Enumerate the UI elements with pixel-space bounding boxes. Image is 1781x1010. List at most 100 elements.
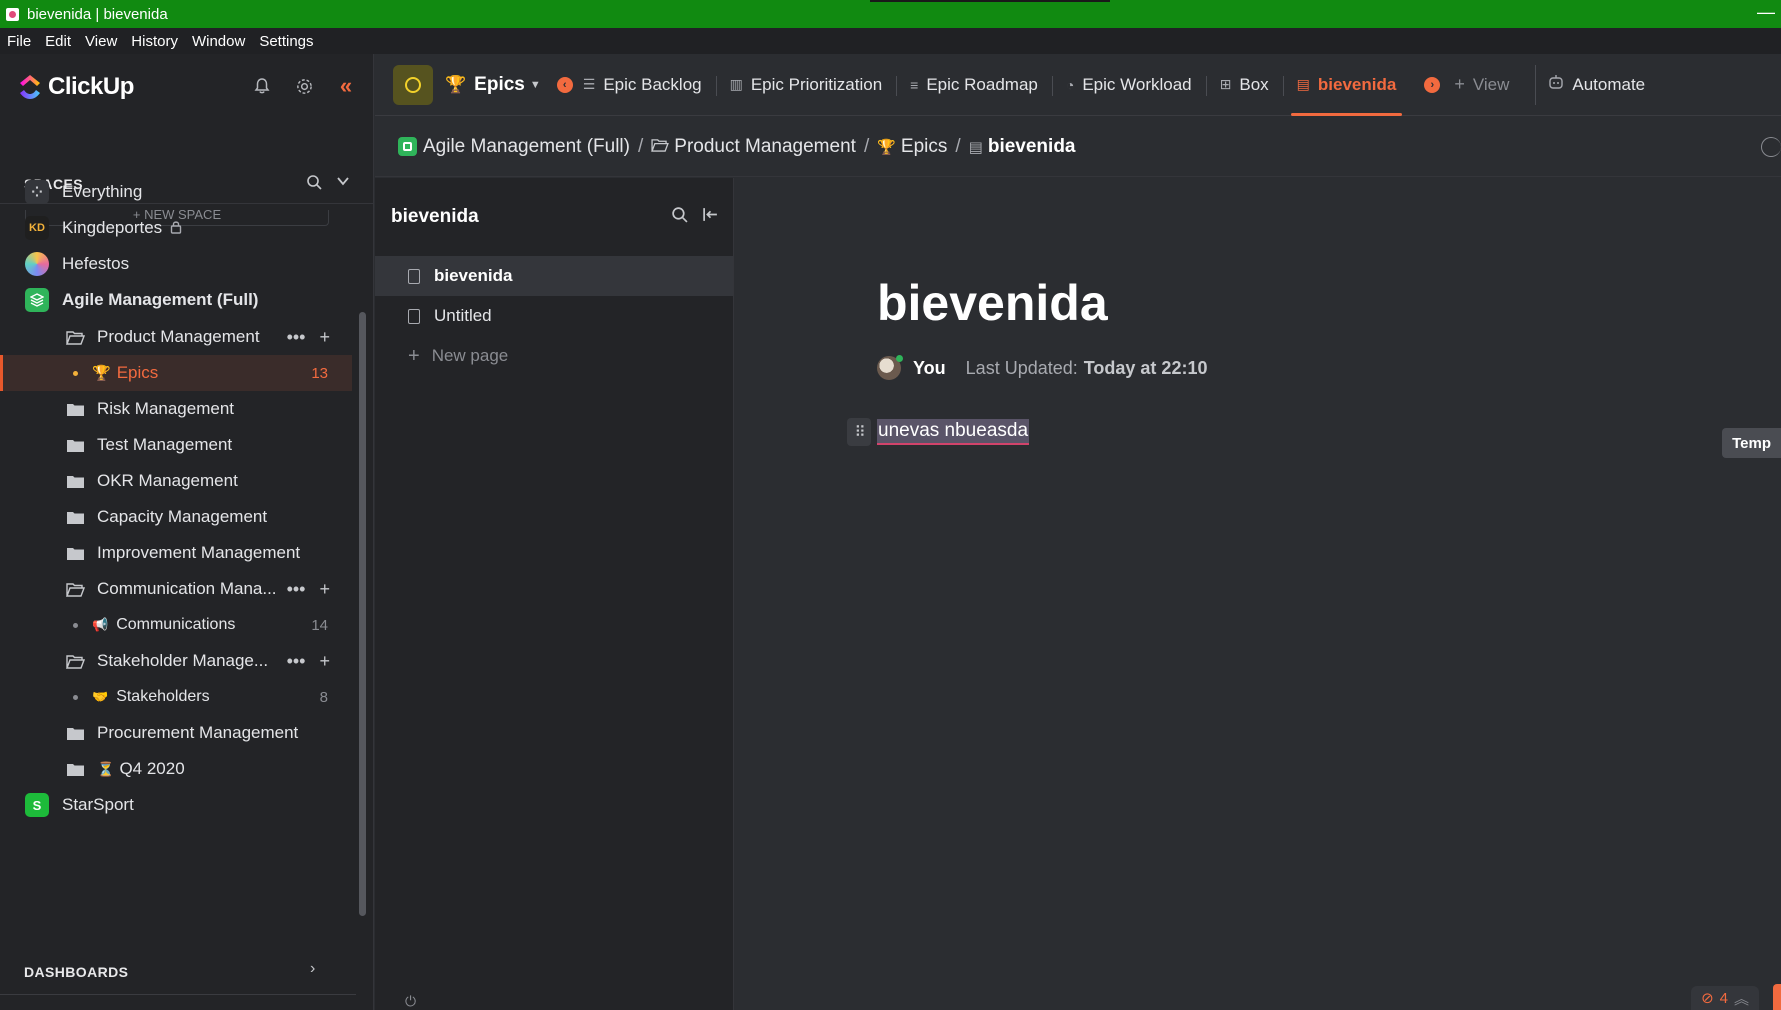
add-icon[interactable]: +	[319, 327, 330, 348]
window-title: bievenida | bievenida	[27, 5, 168, 23]
page-item-untitled[interactable]: Untitled	[375, 296, 733, 336]
doc-editor: bievenida You Last Updated: Today at 22:…	[735, 178, 1781, 1010]
drag-handle-icon[interactable]: ⠿	[847, 418, 871, 446]
grid-icon: ⁘	[25, 180, 49, 204]
sidebar-item-epics[interactable]: 🏆 Epics 13	[0, 355, 352, 391]
folder-icon	[67, 439, 84, 452]
tag-icon[interactable]	[1761, 137, 1781, 157]
text-block[interactable]: ⠿ unevas nbueasda	[847, 418, 1030, 446]
caret-down-icon: ▼	[529, 78, 541, 91]
panel-footer-icon[interactable]: ⏻	[405, 993, 416, 1010]
scroll-right-icon[interactable]: ›	[1424, 76, 1441, 93]
breadcrumb-list[interactable]: 🏆 Epics	[877, 136, 947, 158]
more-options-icon[interactable]: •••	[287, 651, 306, 672]
views-tabs: ‹ ☰ Epic Backlog ▥ Epic Prioritization ≡…	[556, 54, 1524, 116]
list-title[interactable]: 🏆 Epics ▼	[445, 74, 541, 96]
sidebar-item-procurement-management[interactable]: Procurement Management	[0, 715, 352, 751]
search-icon[interactable]	[671, 206, 688, 228]
window-titlebar: bievenida | bievenida —	[0, 0, 1781, 28]
doc-icon: ▤	[1296, 76, 1310, 92]
sidebar-item-capacity-management[interactable]: Capacity Management	[0, 499, 352, 535]
doc-meta: You Last Updated: Today at 22:10	[877, 355, 1208, 380]
folder-icon	[67, 475, 84, 488]
chevron-right-icon[interactable]: ›	[310, 960, 315, 978]
view-bar: 🏆 Epics ▼ ‹ ☰ Epic Backlog ▥ Epic Priori…	[375, 54, 1781, 116]
breadcrumb-separator: /	[955, 135, 961, 157]
more-options-icon[interactable]: •••	[287, 579, 306, 600]
sidebar-item-kingdeportes[interactable]: KD Kingdeportes	[0, 210, 352, 246]
sidebar-item-test-management[interactable]: Test Management	[0, 427, 352, 463]
notification-badge[interactable]: ⊘ 4 ︽	[1691, 986, 1759, 1010]
menu-view[interactable]: View	[78, 33, 124, 50]
sidebar-item-q4-2020[interactable]: ⏳ Q4 2020	[0, 751, 352, 787]
breadcrumb-doc[interactable]: ▤ bievenida	[969, 136, 1076, 158]
sidebar-item-okr-management[interactable]: OKR Management	[0, 463, 352, 499]
list-status-button[interactable]	[393, 64, 433, 105]
sidebar-item-everything[interactable]: ⁘ Everything	[0, 174, 352, 210]
collapse-panel-icon[interactable]	[702, 206, 719, 228]
breadcrumb-separator: /	[863, 135, 870, 157]
add-icon[interactable]: +	[319, 579, 330, 600]
add-view-button[interactable]: + View	[1440, 54, 1523, 116]
tab-epic-backlog[interactable]: ☰ Epic Backlog	[573, 54, 716, 116]
menu-edit[interactable]: Edit	[38, 33, 78, 50]
trophy-icon: 🏆	[92, 365, 111, 382]
sidebar-item-agile-management[interactable]: Agile Management (Full)	[0, 282, 352, 318]
tab-epic-roadmap[interactable]: ≡ Epic Roadmap	[896, 54, 1052, 116]
megaphone-icon: 📢	[92, 617, 109, 632]
s-avatar-icon: S	[25, 793, 49, 817]
more-options-icon[interactable]: •••	[287, 327, 306, 348]
trophy-icon: 🏆	[445, 74, 467, 94]
sidebar-item-improvement-management[interactable]: Improvement Management	[0, 535, 352, 571]
sidebar-item-starsport[interactable]: S StarSport	[0, 787, 352, 823]
hefestos-logo-icon	[25, 252, 49, 276]
minimize-icon[interactable]: —	[1757, 2, 1775, 23]
menu-window[interactable]: Window	[185, 33, 252, 50]
last-updated-label: Last Updated:	[965, 357, 1078, 378]
menu-file[interactable]: File	[0, 33, 38, 50]
corner-accent[interactable]	[1773, 984, 1781, 1010]
new-page-button[interactable]: + New page	[375, 336, 733, 376]
automate-button[interactable]: Automate	[1535, 64, 1645, 105]
selected-text[interactable]: unevas nbueasda	[877, 419, 1030, 445]
collapse-sidebar-icon[interactable]: «	[334, 73, 358, 98]
epics-count: 13	[311, 364, 328, 382]
bell-icon[interactable]	[250, 74, 274, 98]
menu-settings[interactable]: Settings	[252, 33, 320, 50]
sidebar-item-communication-management[interactable]: Communication Mana... ••• +	[0, 571, 352, 607]
doc-pages-panel: bievenida bievenida Untitled + New page …	[375, 178, 734, 1010]
folder-icon	[67, 403, 84, 416]
clickup-logo-icon	[20, 75, 40, 99]
menu-bar: File Edit View History Window Settings	[0, 28, 1781, 54]
gauge-icon: ◔	[1065, 76, 1075, 93]
scroll-left-icon[interactable]: ‹	[556, 76, 573, 93]
sidebar-item-communications[interactable]: 📢 Communications 14	[0, 607, 352, 643]
breadcrumb-folder[interactable]: Product Management	[651, 136, 856, 158]
box-grid-icon: ⊞	[1219, 76, 1232, 92]
sidebar-item-hefestos[interactable]: Hefestos	[0, 246, 352, 282]
folder-open-icon	[66, 654, 85, 669]
author-name: You	[913, 357, 946, 378]
menu-history[interactable]: History	[124, 33, 185, 50]
robot-icon	[1548, 74, 1564, 95]
doc-pages-title: bievenida	[391, 206, 479, 227]
breadcrumb-space[interactable]: Agile Management (Full)	[398, 136, 630, 158]
sidebar-item-stakeholders[interactable]: 🤝 Stakeholders 8	[0, 679, 352, 715]
dashboards-heading[interactable]: DASHBOARDS	[24, 964, 128, 980]
tab-bievenida[interactable]: ▤ bievenida	[1282, 54, 1411, 116]
sidebar-item-risk-management[interactable]: Risk Management	[0, 391, 352, 427]
tab-epic-workload[interactable]: ◔ Epic Workload	[1051, 54, 1206, 116]
last-updated-value: Today at 22:10	[1083, 357, 1208, 378]
gear-icon[interactable]	[292, 74, 316, 98]
add-icon[interactable]: +	[319, 651, 330, 672]
tab-epic-prioritization[interactable]: ▥ Epic Prioritization	[715, 54, 897, 116]
sidebar-scrollbar[interactable]	[359, 312, 366, 916]
sidebar-item-stakeholder-management[interactable]: Stakeholder Manage... ••• +	[0, 643, 352, 679]
sidebar-item-product-management[interactable]: Product Management ••• +	[0, 319, 352, 355]
page-item-bievenida[interactable]: bievenida	[375, 256, 733, 296]
doc-title[interactable]: bievenida	[877, 274, 1108, 332]
avatar[interactable]	[877, 355, 903, 380]
doc-icon: ▤	[968, 138, 983, 156]
tab-box[interactable]: ⊞ Box	[1205, 54, 1283, 116]
brand-logo[interactable]: ClickUp	[18, 70, 134, 104]
